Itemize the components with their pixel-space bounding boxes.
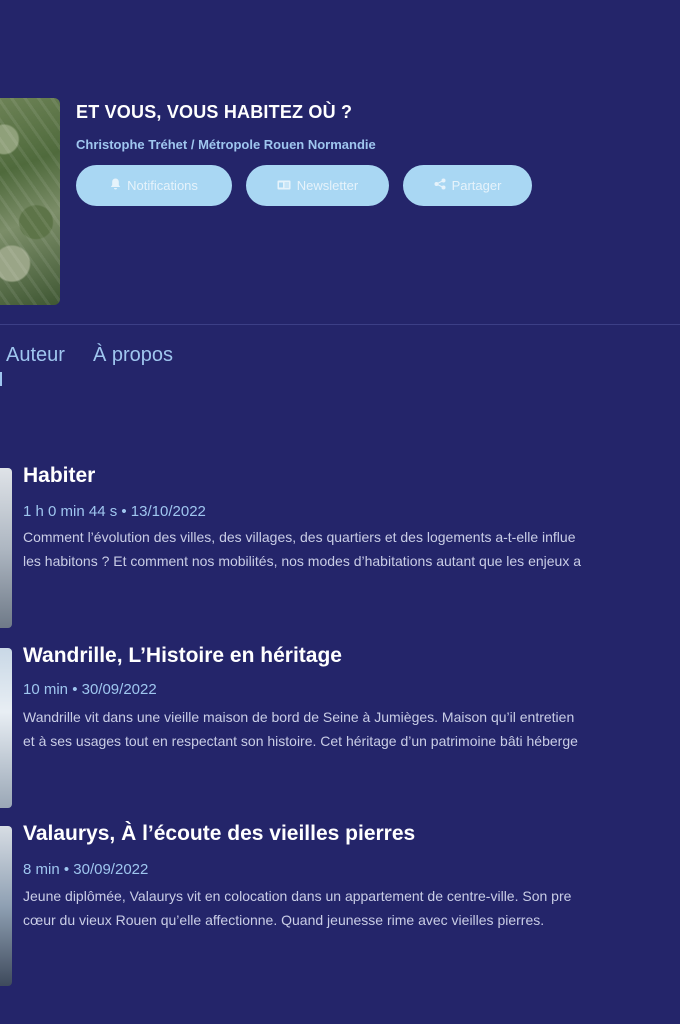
episode-meta: 1 h 0 min 44 s • 13/10/2022: [23, 503, 206, 520]
episode-description-line: Wandrille vit dans une vieille maison de…: [23, 709, 575, 725]
notifications-label: Notifications: [127, 178, 198, 193]
podcast-cover-image[interactable]: [0, 98, 60, 305]
tab-bar: Auteur À propos: [6, 344, 173, 367]
episode-description-line: Jeune diplômée, Valaurys vit en colocati…: [23, 888, 572, 904]
episode-description-line: cœur du vieux Rouen qu’elle affectionne.…: [23, 912, 545, 928]
episode-title[interactable]: Valaurys, À l’écoute des vieilles pierre…: [23, 822, 415, 846]
newsletter-label: Newsletter: [296, 178, 359, 193]
podcast-title: ET VOUS, VOUS HABITEZ OÙ ?: [76, 102, 353, 122]
newsletter-button[interactable]: Newsletter: [246, 165, 389, 206]
episode-thumbnail[interactable]: [0, 826, 12, 986]
episode-thumbnail[interactable]: [0, 468, 12, 628]
share-icon: [434, 178, 446, 193]
episode-description-line: Comment l’évolution des villes, des vill…: [23, 529, 576, 545]
episode-description: Comment l’évolution des villes, des vill…: [23, 525, 680, 573]
episode-thumbnail[interactable]: [0, 648, 12, 808]
episode-description-line: et à ses usages tout en respectant son h…: [23, 733, 578, 749]
episode-description-line: les habitons ? Et comment nos mobilités,…: [23, 553, 581, 569]
section-divider: [0, 324, 680, 325]
bell-icon: [110, 178, 121, 193]
action-buttons: Notifications Newsletter Partager: [76, 165, 532, 206]
podcast-author[interactable]: Christophe Tréhet / Métropole Rouen Norm…: [76, 137, 376, 152]
notifications-button[interactable]: Notifications: [76, 165, 232, 206]
share-label: Partager: [451, 178, 502, 193]
episode-description: Jeune diplômée, Valaurys vit en colocati…: [23, 884, 680, 932]
tab-auteur[interactable]: Auteur: [6, 344, 65, 367]
share-button[interactable]: Partager: [403, 165, 532, 206]
tab-a-propos[interactable]: À propos: [93, 344, 173, 367]
episode-title[interactable]: Habiter: [23, 464, 95, 488]
tab-active-indicator: [0, 372, 2, 386]
newsletter-icon: [277, 179, 291, 193]
episode-title[interactable]: Wandrille, L’Histoire en héritage: [23, 644, 342, 668]
episode-description: Wandrille vit dans une vieille maison de…: [23, 705, 680, 753]
episode-meta: 10 min • 30/09/2022: [23, 681, 157, 698]
episode-meta: 8 min • 30/09/2022: [23, 861, 149, 878]
